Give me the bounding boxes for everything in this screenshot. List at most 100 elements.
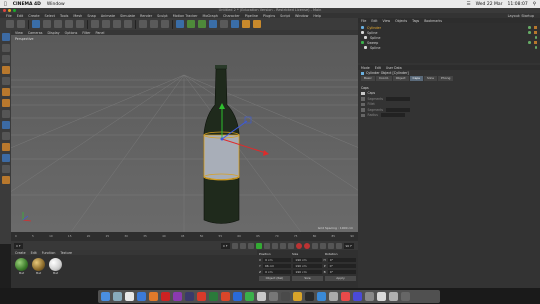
3d-viewport[interactable]: Perspective Grid Spacing : 1000 cm	[11, 35, 358, 232]
menu-tools[interactable]: Tools	[60, 14, 68, 18]
layout-selector[interactable]: Layout: Startup	[508, 14, 534, 18]
visibility-dot[interactable]	[534, 36, 537, 39]
om-file-menu[interactable]: File	[361, 19, 366, 23]
menu-sculpt[interactable]: Sculpt	[157, 14, 168, 18]
size-y-field[interactable]: 190 cm	[293, 263, 322, 268]
record-icon[interactable]	[295, 242, 302, 249]
tweak-mode-icon[interactable]	[1, 121, 10, 129]
radius-field[interactable]	[380, 113, 405, 118]
attr-edit-menu[interactable]: Edit	[375, 66, 381, 70]
subdivision-icon[interactable]	[198, 20, 206, 28]
dock-app-icon[interactable]	[257, 292, 266, 301]
object-name[interactable]: Sweep	[367, 41, 378, 45]
tab-phong[interactable]: Phong	[438, 76, 454, 81]
menu-create[interactable]: Create	[28, 14, 39, 18]
material-item[interactable]: Mat	[49, 258, 62, 275]
autokey-icon[interactable]	[303, 242, 310, 249]
current-frame-field[interactable]: 0 F	[220, 242, 230, 249]
camera-icon[interactable]	[242, 20, 250, 28]
size-z-field[interactable]: 190 cm	[293, 269, 322, 274]
axis-mode-icon[interactable]	[1, 110, 10, 118]
solo-icon[interactable]	[1, 165, 10, 173]
visibility-dot[interactable]	[528, 41, 531, 44]
close-icon[interactable]	[3, 9, 6, 12]
dock-app-icon[interactable]	[233, 292, 242, 301]
menu-pipeline[interactable]: Pipeline	[245, 14, 258, 18]
window-menu[interactable]: Window	[47, 2, 65, 7]
previous-key-icon[interactable]	[239, 242, 246, 249]
keyframe-selection-icon[interactable]	[311, 242, 318, 249]
display-menu[interactable]: Display	[47, 31, 59, 35]
loop-icon[interactable]	[287, 242, 294, 249]
deformer-icon[interactable]	[220, 20, 228, 28]
model-mode-icon[interactable]	[1, 44, 10, 52]
undo-icon[interactable]	[6, 20, 14, 28]
dock-app-icon[interactable]	[389, 292, 398, 301]
scale-tool-icon[interactable]	[54, 20, 62, 28]
material-item[interactable]: Mat	[32, 258, 45, 275]
position-key-icon[interactable]	[319, 242, 326, 249]
menu-simulate[interactable]: Simulate	[120, 14, 135, 18]
menu-animate[interactable]: Animate	[101, 14, 115, 18]
sculpt-icon[interactable]	[1, 176, 10, 184]
attr-mode-menu[interactable]: Mode	[361, 66, 370, 70]
menu-select[interactable]: Select	[45, 14, 55, 18]
filter-menu[interactable]: Filter	[82, 31, 90, 35]
attr-userdata-menu[interactable]: User Data	[386, 66, 402, 70]
previous-frame-icon[interactable]	[247, 242, 254, 249]
pos-y-field[interactable]: 96 cm	[262, 263, 292, 268]
play-icon[interactable]	[255, 242, 262, 249]
om-tags-menu[interactable]: Tags	[412, 19, 419, 23]
material-item[interactable]: Mat	[15, 258, 28, 275]
menu-file[interactable]: File	[6, 14, 12, 18]
z-axis-icon[interactable]	[113, 20, 121, 28]
apply-button[interactable]: Apply	[325, 275, 356, 281]
pos-x-field[interactable]: 0 cm	[263, 257, 292, 262]
enable-axis-icon[interactable]	[1, 143, 10, 151]
next-key-icon[interactable]	[271, 242, 278, 249]
dock-app-icon[interactable]	[173, 292, 182, 301]
texture-mode-icon[interactable]	[1, 55, 10, 63]
wifi-icon[interactable]: ☰	[467, 2, 471, 7]
menu-help[interactable]: Help	[313, 14, 321, 18]
view-menu[interactable]: View	[15, 31, 23, 35]
dock-app-icon[interactable]	[305, 292, 314, 301]
dock-app-icon[interactable]	[185, 292, 194, 301]
pos-z-field[interactable]: 0 cm	[263, 269, 292, 274]
caps-checkbox[interactable]	[361, 91, 365, 95]
tab-basic[interactable]: Basic	[361, 76, 375, 81]
menu-script[interactable]: Script	[280, 14, 290, 18]
dock-app-icon[interactable]	[317, 292, 326, 301]
workplane-icon[interactable]	[1, 66, 10, 74]
clock-text[interactable]: 11:08:07	[507, 2, 527, 7]
rot-b-field[interactable]: 0°	[327, 269, 357, 274]
panel-menu[interactable]: Panel	[96, 31, 105, 35]
render-view-icon[interactable]	[139, 20, 147, 28]
dock-app-icon[interactable]	[341, 292, 350, 301]
start-frame-field[interactable]: 0 F	[14, 242, 23, 249]
dock-app-icon[interactable]	[401, 292, 410, 301]
om-edit-menu[interactable]: Edit	[371, 19, 377, 23]
dock-app-icon[interactable]	[149, 292, 158, 301]
y-axis-icon[interactable]	[102, 20, 110, 28]
menu-mesh[interactable]: Mesh	[73, 14, 82, 18]
visibility-dot[interactable]	[528, 31, 531, 34]
mat-create-menu[interactable]: Create	[15, 251, 26, 255]
select-tool-icon[interactable]	[32, 20, 40, 28]
material-tag-icon[interactable]	[533, 25, 537, 30]
make-editable-icon[interactable]	[1, 33, 10, 41]
go-to-end-icon[interactable]	[279, 242, 286, 249]
dock-app-icon[interactable]	[281, 292, 290, 301]
minimize-icon[interactable]	[8, 9, 11, 12]
snap-icon[interactable]	[1, 132, 10, 140]
segments-field[interactable]	[386, 96, 411, 101]
object-name[interactable]: Spline	[367, 31, 377, 35]
redo-icon[interactable]	[17, 20, 25, 28]
rotation-key-icon[interactable]	[335, 242, 342, 249]
scale-key-icon[interactable]	[327, 242, 334, 249]
dock-app-icon[interactable]	[377, 292, 386, 301]
dock-app-icon[interactable]	[365, 292, 374, 301]
rot-h-field[interactable]: 0°	[327, 257, 356, 262]
tab-caps[interactable]: Caps	[409, 76, 423, 81]
cameras-menu[interactable]: Cameras	[28, 31, 43, 35]
